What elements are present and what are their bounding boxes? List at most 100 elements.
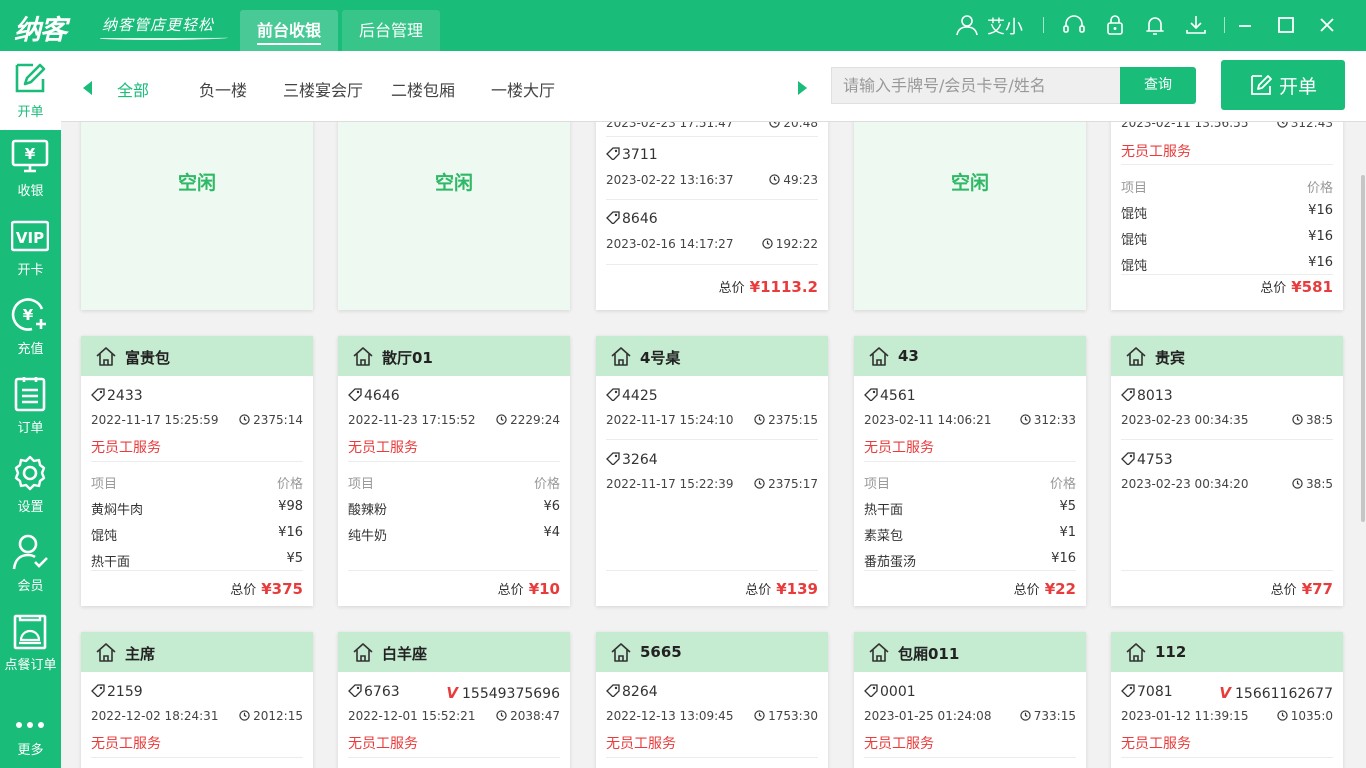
total-label: 总价: [718, 281, 745, 296]
scroll-right-arrow-icon[interactable]: [798, 81, 807, 95]
table-name: 112: [1155, 643, 1187, 661]
close-icon[interactable]: [1314, 12, 1340, 38]
area-tab-basement[interactable]: 负一楼: [199, 77, 247, 101]
duration-value: 2375:15: [768, 413, 818, 427]
tab-front-cashier[interactable]: 前台收银: [240, 10, 339, 51]
table-card-idle[interactable]: 空闲: [338, 122, 570, 310]
search-input[interactable]: [831, 67, 1121, 104]
sidebar-item-open-card[interactable]: VIP 开卡: [0, 209, 61, 288]
table-grid: 空闲 空闲 2023-02-23 17:51:47 20:48 3711 202…: [61, 122, 1360, 768]
clock-icon: [762, 238, 773, 249]
duration: 38:5: [1292, 477, 1333, 491]
area-tab-all[interactable]: 全部: [117, 77, 149, 101]
table-name: 43: [898, 347, 919, 365]
sidebar-item-members[interactable]: 会员: [0, 525, 61, 604]
sidebar-item-orders[interactable]: 订单: [0, 367, 61, 446]
table-card[interactable]: 2023-02-11 13:56:55 312:43 无员工服务 项目 价格 馄饨…: [1111, 122, 1343, 310]
item-name: 馄饨: [91, 529, 118, 544]
table-card[interactable]: 112 7081 V 15661162677 2023-01-12 11:39:1…: [1111, 632, 1343, 768]
sidebar-item-more[interactable]: 更多: [0, 689, 61, 768]
ticket-id: 3264: [622, 452, 658, 468]
ticket-id: 0001: [880, 684, 916, 700]
table-card[interactable]: 包厢011 0001 2023-01-25 01:24:08 733:15 无员…: [854, 632, 1086, 768]
divider: [1121, 439, 1333, 440]
price-header: 价格: [1306, 181, 1333, 196]
item-row: 馄饨 ¥16: [1121, 255, 1333, 274]
ticket-number: 8013: [1121, 388, 1173, 404]
item-price: ¥16: [1308, 255, 1333, 270]
duration-value: 733:15: [1033, 709, 1076, 723]
tag-icon: [606, 388, 620, 402]
clock-icon: [496, 710, 507, 721]
tag-icon: [606, 147, 620, 161]
table-card[interactable]: 43 4561 2023-02-11 14:06:21 312:33 无员工服务…: [854, 336, 1086, 606]
table-card[interactable]: 散厅01 4646 2022-11-23 17:15:52 2229:24 无员…: [338, 336, 570, 606]
duration-value: 312:43: [1290, 122, 1333, 130]
tag-icon: [1121, 684, 1135, 698]
sidebar-item-open-order[interactable]: 开单: [0, 51, 61, 130]
sidebar-item-label: 收银: [17, 184, 44, 199]
table-name: 富贵包: [125, 349, 171, 367]
tab-back-office[interactable]: 后台管理: [342, 10, 441, 51]
edit-order-icon: [1251, 75, 1272, 95]
search-button[interactable]: 查询: [1120, 67, 1196, 104]
duration-value: 2038:47: [510, 709, 560, 723]
table-card[interactable]: 主席 2159 2022-12-02 18:24:31 2012:15 无员工服…: [81, 632, 313, 768]
item-header: 项目: [91, 477, 118, 492]
sidebar-item-label: 会员: [17, 579, 44, 594]
table-name: 贵宾: [1155, 349, 1186, 367]
maximize-icon[interactable]: [1273, 12, 1299, 38]
sidebar-item-cashier[interactable]: ¥ 收银: [0, 130, 61, 209]
minimize-icon[interactable]: [1232, 12, 1258, 38]
table-card-idle[interactable]: 空闲: [81, 122, 313, 310]
clock-icon: [239, 710, 250, 721]
table-card[interactable]: 富贵包 2433 2022-11-17 15:25:59 2375:14 无员工…: [81, 336, 313, 606]
area-tab-private-rooms[interactable]: 二楼包厢: [391, 77, 455, 101]
svg-text:¥: ¥: [25, 145, 36, 163]
card-header: 112: [1111, 632, 1343, 672]
order-total: 总价 ¥139: [745, 579, 818, 598]
area-tab-banquet-hall[interactable]: 三楼宴会厅: [283, 77, 363, 101]
sidebar-item-label: 充值: [17, 342, 44, 357]
divider: [606, 439, 818, 440]
sidebar-item-settings[interactable]: 设置: [0, 446, 61, 525]
phone-value: 15549375696: [462, 686, 560, 702]
user-icon[interactable]: [954, 12, 980, 38]
item-header: 项目: [348, 477, 375, 492]
scroll-left-arrow-icon[interactable]: [83, 81, 92, 95]
sidebar-item-recharge[interactable]: ¥ 充值: [0, 288, 61, 367]
headset-icon[interactable]: [1061, 12, 1087, 38]
sidebar-item-dining-orders[interactable]: 点餐订单: [0, 604, 61, 683]
no-staff-notice: 无员工服务: [864, 440, 934, 456]
table-card[interactable]: 5665 8264 2022-12-13 13:09:45 1753:30 无员…: [596, 632, 828, 768]
gear-icon: [14, 455, 46, 491]
clock-icon: [239, 414, 250, 425]
total-label: 总价: [1013, 583, 1040, 598]
user-name[interactable]: 艾小: [987, 13, 1023, 39]
item-name: 热干面: [864, 503, 904, 518]
app-window: 纳客 纳客管店更轻松 前台收银 后台管理 艾小 开单 ¥ 收银 VIP 开卡 ¥: [0, 0, 1366, 768]
item-name: 酸辣粉: [348, 503, 388, 518]
item-row: 热干面 ¥5: [864, 499, 1076, 518]
table-card[interactable]: 4号桌 4425 2022-11-17 15:24:10 2375:15 326…: [596, 336, 828, 606]
total-amount: ¥77: [1301, 580, 1333, 598]
open-order-button[interactable]: 开单: [1221, 60, 1345, 110]
lock-icon[interactable]: [1102, 12, 1128, 38]
table-card-idle[interactable]: 空闲: [854, 122, 1086, 310]
ticket-number: 7081: [1121, 684, 1173, 700]
bell-icon[interactable]: [1142, 12, 1168, 38]
open-order-button-label: 开单: [1279, 76, 1318, 98]
scrollbar-thumb[interactable]: [1361, 175, 1365, 522]
table-card[interactable]: 2023-02-23 17:51:47 20:48 3711 2023-02-2…: [596, 122, 828, 310]
ticket-number: 8646: [606, 211, 658, 227]
download-icon[interactable]: [1183, 12, 1209, 38]
table-card[interactable]: 白羊座 6763 V 15549375696 2022-12-01 15:52:2…: [338, 632, 570, 768]
area-tab-main-hall[interactable]: 一楼大厅: [491, 77, 555, 101]
house-icon: [96, 347, 116, 366]
table-card[interactable]: 贵宾 8013 2023-02-23 00:34:35 38:5 4753 20…: [1111, 336, 1343, 606]
clock-icon: [754, 710, 765, 721]
duration: 2375:15: [754, 413, 818, 427]
house-icon: [869, 643, 889, 662]
divider: [864, 461, 1076, 462]
duration: 20:48: [769, 122, 818, 130]
